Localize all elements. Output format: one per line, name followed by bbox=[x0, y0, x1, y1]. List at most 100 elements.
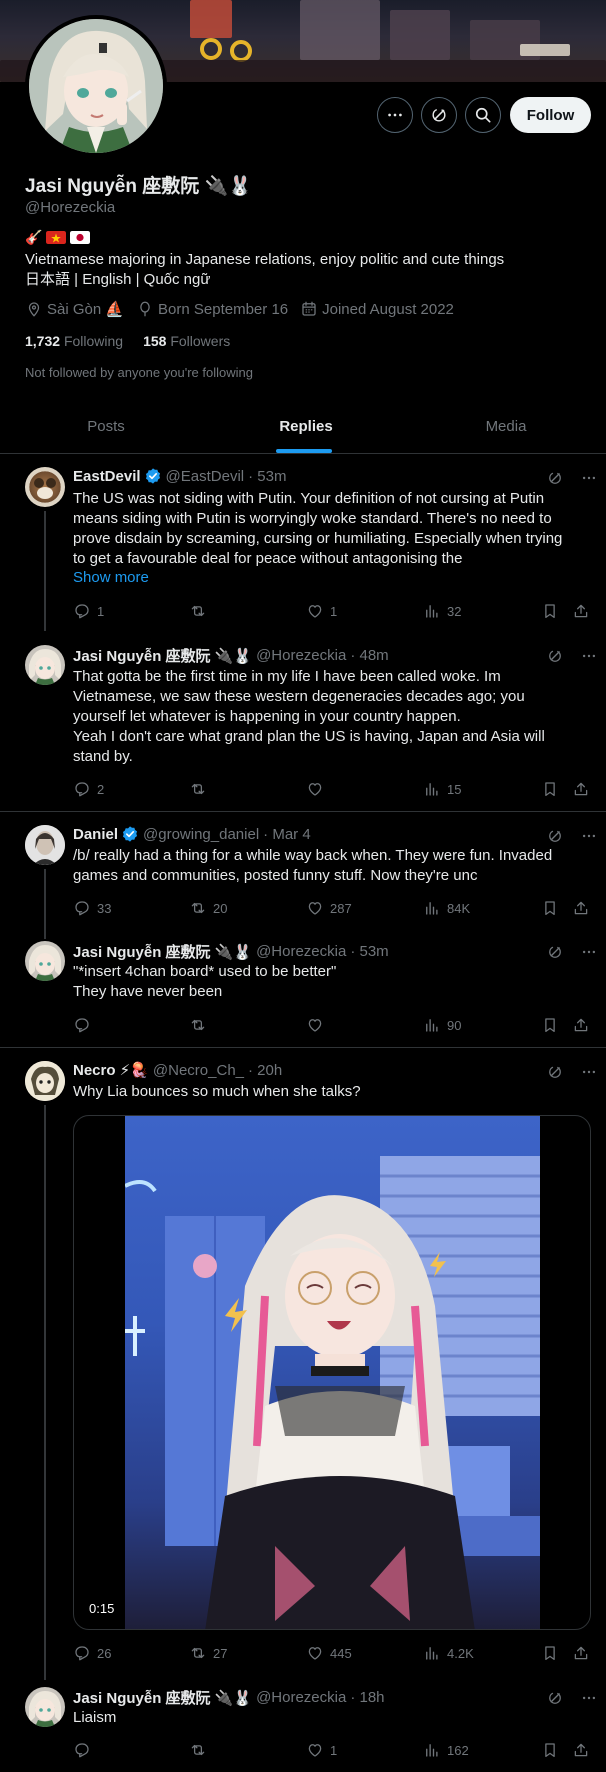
reply-icon bbox=[73, 1741, 91, 1759]
share-button[interactable] bbox=[572, 899, 590, 917]
avatar[interactable] bbox=[25, 645, 65, 685]
share-button[interactable] bbox=[572, 1741, 590, 1759]
post-time[interactable]: · 48m bbox=[350, 647, 388, 664]
grok-icon[interactable] bbox=[546, 1063, 564, 1081]
more-options-button[interactable] bbox=[377, 97, 413, 133]
author-handle[interactable]: @Horezeckia bbox=[256, 943, 346, 960]
like-button[interactable]: 445 bbox=[306, 1644, 352, 1662]
repost-button[interactable]: 27 bbox=[189, 1644, 227, 1662]
follow-button[interactable]: Follow bbox=[510, 97, 591, 133]
like-button[interactable]: 287 bbox=[306, 899, 352, 917]
author-handle[interactable]: @growing_daniel bbox=[143, 826, 259, 843]
avatar[interactable] bbox=[25, 825, 65, 865]
bookmark-button[interactable] bbox=[541, 1016, 559, 1034]
repost-button[interactable] bbox=[189, 602, 213, 620]
reply-button[interactable] bbox=[73, 1016, 97, 1034]
followers-link[interactable]: 158 Followers bbox=[143, 333, 230, 349]
repost-button[interactable]: 20 bbox=[189, 899, 227, 917]
view-count: 90 bbox=[447, 1017, 462, 1033]
avatar[interactable] bbox=[25, 1061, 65, 1101]
bookmark-button[interactable] bbox=[541, 899, 559, 917]
like-button[interactable] bbox=[306, 780, 330, 798]
post-time[interactable]: · 53m bbox=[248, 468, 286, 485]
views-button[interactable]: 15 bbox=[423, 780, 461, 798]
divider bbox=[0, 1047, 606, 1048]
repost-icon bbox=[189, 602, 207, 620]
author-handle[interactable]: @Horezeckia bbox=[256, 647, 346, 664]
tab-replies[interactable]: Replies bbox=[206, 400, 406, 453]
like-button[interactable]: 1 bbox=[306, 1741, 337, 1759]
more-icon bbox=[385, 105, 405, 125]
post-time[interactable]: · 20h bbox=[248, 1062, 282, 1079]
follow-stats: 1,732 Following 158 Followers bbox=[25, 333, 230, 349]
grok-icon[interactable] bbox=[546, 1689, 564, 1707]
share-button[interactable] bbox=[572, 1016, 590, 1034]
grok-icon[interactable] bbox=[546, 647, 564, 665]
show-more-link[interactable]: Show more bbox=[73, 569, 149, 586]
like-button[interactable]: 1 bbox=[306, 602, 337, 620]
author-name[interactable]: EastDevil bbox=[73, 468, 141, 485]
author-name[interactable]: Jasi Nguyễn 座敷阮 🔌🐰 bbox=[73, 941, 252, 962]
views-button[interactable]: 162 bbox=[423, 1741, 469, 1759]
bookmark-button[interactable] bbox=[541, 780, 559, 798]
tab-media[interactable]: Media bbox=[406, 400, 606, 453]
views-button[interactable]: 4.2K bbox=[423, 1644, 474, 1662]
bookmark-icon bbox=[541, 1644, 559, 1662]
views-button[interactable]: 90 bbox=[423, 1016, 461, 1034]
like-button[interactable] bbox=[306, 1016, 330, 1034]
post-header: Daniel @growing_daniel · Mar 4 bbox=[73, 825, 311, 843]
more-icon[interactable] bbox=[580, 827, 598, 845]
japan-flag-icon bbox=[70, 231, 91, 244]
repost-button[interactable] bbox=[189, 780, 213, 798]
more-icon[interactable] bbox=[580, 1689, 598, 1707]
post-time[interactable]: · 18h bbox=[350, 1689, 384, 1706]
profile-avatar[interactable] bbox=[25, 15, 167, 157]
author-handle[interactable]: @EastDevil bbox=[166, 468, 245, 485]
post-time[interactable]: · Mar 4 bbox=[263, 826, 311, 843]
grok-button[interactable] bbox=[421, 97, 457, 133]
reply-button[interactable] bbox=[73, 1741, 97, 1759]
tab-posts[interactable]: Posts bbox=[0, 400, 212, 453]
more-icon[interactable] bbox=[580, 647, 598, 665]
post-video[interactable]: 0:15 bbox=[73, 1115, 591, 1630]
following-count: 1,732 bbox=[25, 333, 61, 349]
views-button[interactable]: 32 bbox=[423, 602, 461, 620]
more-icon[interactable] bbox=[580, 1063, 598, 1081]
reply-button[interactable]: 26 bbox=[73, 1644, 111, 1662]
grok-icon[interactable] bbox=[546, 943, 564, 961]
author-name[interactable]: Necro ⚡🪼 bbox=[73, 1061, 149, 1079]
repost-button[interactable] bbox=[189, 1741, 213, 1759]
bookmark-button[interactable] bbox=[541, 602, 559, 620]
bookmark-icon bbox=[541, 1741, 559, 1759]
avatar[interactable] bbox=[25, 941, 65, 981]
author-name[interactable]: Daniel bbox=[73, 826, 118, 843]
profile-joined: Joined August 2022 bbox=[322, 300, 454, 318]
avatar[interactable] bbox=[25, 1687, 65, 1727]
post-time[interactable]: · 53m bbox=[350, 943, 388, 960]
profile-bio: Vietnamese majoring in Japanese relation… bbox=[25, 251, 505, 288]
reply-button[interactable]: 33 bbox=[73, 899, 111, 917]
share-button[interactable] bbox=[572, 602, 590, 620]
repost-icon bbox=[189, 1016, 207, 1034]
share-button[interactable] bbox=[572, 1644, 590, 1662]
author-handle[interactable]: @Necro_Ch_ bbox=[153, 1062, 244, 1079]
reply-button[interactable]: 1 bbox=[73, 602, 104, 620]
repost-button[interactable] bbox=[189, 1016, 213, 1034]
grok-icon[interactable] bbox=[546, 827, 564, 845]
more-icon[interactable] bbox=[580, 469, 598, 487]
avatar[interactable] bbox=[25, 467, 65, 507]
author-name[interactable]: Jasi Nguyễn 座敷阮 🔌🐰 bbox=[73, 1687, 252, 1708]
reply-button[interactable]: 2 bbox=[73, 780, 104, 798]
following-link[interactable]: 1,732 Following bbox=[25, 333, 123, 349]
search-button[interactable] bbox=[465, 97, 501, 133]
bookmark-button[interactable] bbox=[541, 1741, 559, 1759]
grok-icon[interactable] bbox=[546, 469, 564, 487]
more-icon[interactable] bbox=[580, 943, 598, 961]
like-icon bbox=[306, 899, 324, 917]
reply-count: 26 bbox=[97, 1645, 112, 1661]
bookmark-button[interactable] bbox=[541, 1644, 559, 1662]
author-name[interactable]: Jasi Nguyễn 座敷阮 🔌🐰 bbox=[73, 645, 252, 666]
author-handle[interactable]: @Horezeckia bbox=[256, 1689, 346, 1706]
share-button[interactable] bbox=[572, 780, 590, 798]
views-button[interactable]: 84K bbox=[423, 899, 470, 917]
